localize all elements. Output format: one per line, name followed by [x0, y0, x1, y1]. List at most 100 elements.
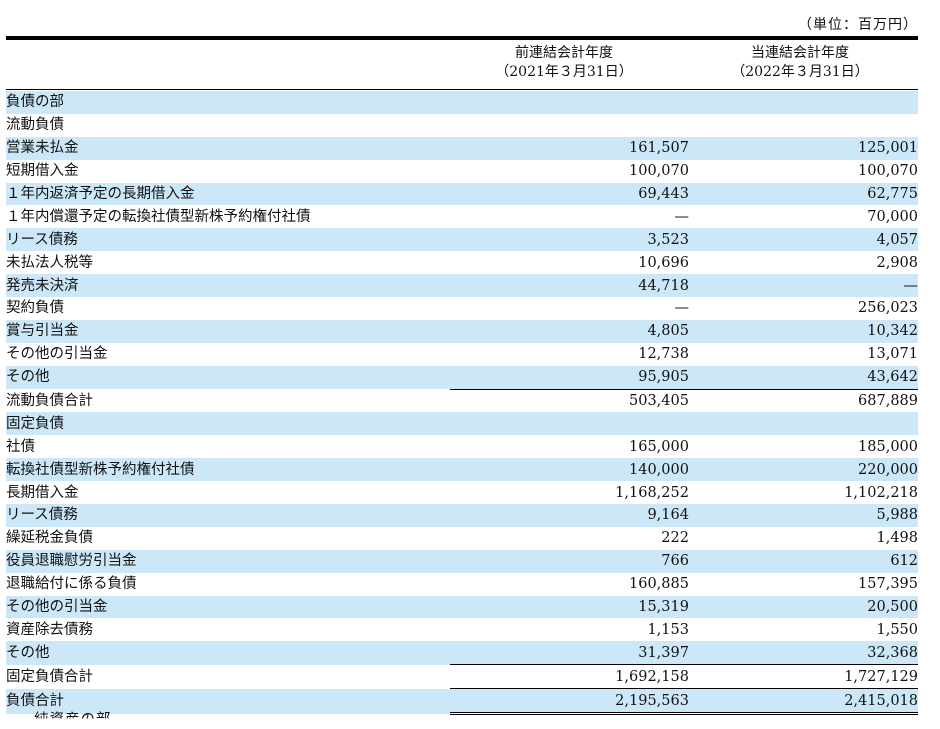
row-value-curr	[689, 114, 918, 137]
row-value-prev: 1,153	[647, 621, 689, 638]
row-value-prev	[450, 114, 689, 137]
table-row: リース債務 9,164 5,988	[6, 504, 918, 527]
row-value-curr: —	[688, 274, 918, 298]
table-row: 長期借入金 1,168,252 1,102,218	[6, 481, 918, 504]
table-row: 発売未決済 44,718 —	[6, 274, 918, 298]
row-value-curr: 125,001	[688, 136, 918, 160]
row-value-curr: 2,415,018	[688, 688, 918, 716]
row-value-prev: 1,168,252	[615, 484, 689, 501]
row-value-prev: 95,905	[449, 365, 689, 390]
row-label: 固定負債	[6, 412, 450, 436]
row-value-prev	[449, 412, 689, 436]
row-value-prev: 3,523	[449, 228, 689, 252]
row-value-prev: 165,000	[629, 438, 689, 455]
table-row-total-liabilities: 負債合計 2,195,563 2,415,018	[6, 688, 918, 716]
row-value-curr: 220,000	[688, 458, 918, 482]
top-rule	[6, 36, 918, 40]
row-value-prev: 160,885	[629, 576, 689, 593]
table-row: 退職給付に係る負債 160,885 157,395	[6, 573, 918, 596]
table-row: その他 95,905 43,642	[6, 365, 918, 390]
table-row: その他の引当金 15,319 20,500	[6, 595, 918, 619]
table-row-noncurrent-liabilities-heading: 固定負債	[6, 412, 918, 436]
table-row: １年内返済予定の長期借入金 69,443 62,775	[6, 182, 918, 206]
row-value-prev: 140,000	[449, 458, 689, 482]
row-value-prev: 161,507	[449, 136, 689, 160]
row-label: 契約負債	[6, 300, 64, 317]
row-value-prev: 31,397	[449, 641, 689, 665]
row-label: 資産除去債務	[6, 621, 93, 638]
unit-label: （単位：百万円）	[798, 17, 918, 33]
row-value-curr: 1,102,218	[844, 484, 918, 501]
table-row: 契約負債 — 256,023	[6, 297, 918, 320]
row-value-prev: 503,405	[449, 388, 689, 413]
row-label: その他の引当金	[6, 595, 450, 619]
row-label: 未払法人税等	[6, 254, 93, 271]
row-value-curr: 185,000	[858, 438, 918, 455]
row-value-prev: 2,195,563	[449, 688, 689, 716]
table-row: その他の引当金 12,738 13,071	[6, 343, 918, 366]
row-value-curr: 157,395	[858, 576, 918, 593]
row-value-prev	[449, 91, 689, 114]
row-value-prev: 766	[449, 549, 689, 573]
row-label: 役員退職慰労引当金	[6, 549, 450, 573]
table-row-liabilities-section: 負債の部	[6, 91, 918, 114]
header-current-fy-date: （2022年３月31日）	[731, 64, 869, 80]
row-value-curr: 1,550	[876, 621, 918, 638]
row-value-prev: 15,319	[449, 595, 689, 619]
row-label: リース債務	[6, 504, 450, 527]
row-value-curr: 100,070	[858, 163, 918, 180]
table-row: リース債務 3,523 4,057	[6, 228, 918, 252]
header-rule	[6, 89, 918, 90]
table-row: 短期借入金 100,070 100,070	[6, 160, 918, 183]
table-row-current-liabilities-total: 流動負債合計 503,405 687,889	[6, 388, 918, 413]
row-value-curr: 10,342	[688, 319, 918, 343]
row-label: その他	[6, 365, 450, 390]
row-value-curr: 1,498	[876, 530, 918, 547]
row-value-curr: 20,500	[688, 595, 918, 619]
row-label: 社債	[6, 438, 35, 455]
row-label: リース債務	[6, 228, 450, 252]
table-row: 社債 165,000 185,000	[6, 435, 918, 458]
table-row: 営業未払金 161,507 125,001	[6, 136, 918, 160]
row-value-curr	[688, 91, 918, 114]
table-row: 資産除去債務 1,153 1,550	[6, 618, 918, 641]
row-label: 繰延税金負債	[6, 530, 93, 547]
row-label: その他の引当金	[6, 346, 108, 363]
row-value-prev: 100,070	[629, 163, 689, 180]
row-label: 流動負債	[6, 117, 64, 134]
row-label: 短期借入金	[6, 163, 79, 180]
row-value-curr: 687,889	[688, 388, 918, 413]
header-current-fy-title: 当連結会計年度	[751, 45, 849, 61]
row-value-prev: —	[674, 208, 689, 225]
row-value-prev: —	[674, 300, 689, 317]
row-value-prev: 12,738	[638, 346, 689, 363]
row-label: １年内償還予定の転換社債型新株予約権付社債	[6, 208, 311, 225]
row-value-prev: 222	[661, 530, 689, 547]
table-row: 未払法人税等 10,696 2,908	[6, 251, 918, 274]
next-section-partial-label: 純資産の部	[34, 712, 112, 728]
row-value-curr: 43,642	[688, 365, 918, 390]
row-value-prev: 9,164	[449, 504, 689, 527]
row-value-curr: 2,908	[876, 254, 918, 271]
row-label: その他	[6, 641, 450, 665]
table-row: １年内償還予定の転換社債型新株予約権付社債 — 70,000	[6, 205, 918, 228]
table-row: 賞与引当金 4,805 10,342	[6, 319, 918, 343]
row-value-curr: 612	[688, 549, 918, 573]
row-label: １年内返済予定の長期借入金	[6, 182, 450, 206]
row-label: 営業未払金	[6, 136, 450, 160]
row-value-prev: 69,443	[449, 182, 689, 206]
row-label: 賞与引当金	[6, 319, 450, 343]
table-row: 繰延税金負債 222 1,498	[6, 527, 918, 550]
table-row-current-liabilities-heading: 流動負債	[6, 114, 918, 137]
row-value-curr: 13,071	[867, 346, 918, 363]
table-row: 役員退職慰労引当金 766 612	[6, 549, 918, 573]
row-value-curr: 32,368	[688, 641, 918, 665]
liabilities-table: 負債の部 流動負債 営業未払金 161,507 125,001 短期借入金 10…	[6, 91, 918, 716]
header-previous-fy-title: 前連結会計年度	[515, 45, 613, 61]
row-label: 転換社債型新株予約権付社債	[6, 458, 450, 482]
row-label: 負債の部	[6, 91, 450, 114]
row-label: 発売未決済	[6, 274, 450, 298]
row-value-curr: 5,988	[688, 504, 918, 527]
row-value-prev: 4,805	[449, 319, 689, 343]
table-row-noncurrent-liabilities-total: 固定負債合計 1,692,158 1,727,129	[6, 664, 918, 689]
